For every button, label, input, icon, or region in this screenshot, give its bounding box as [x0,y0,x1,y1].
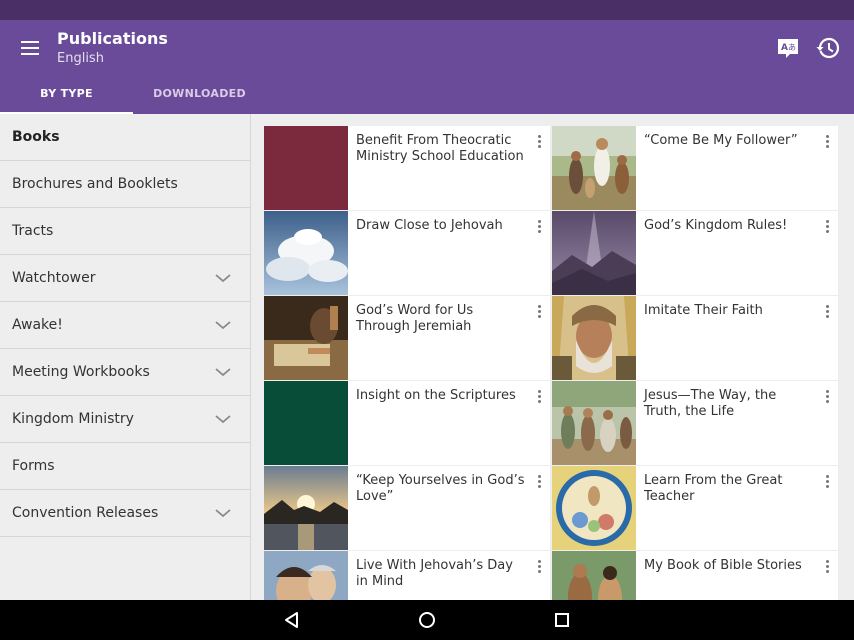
publication-card[interactable]: God’s Kingdom Rules! [552,211,838,295]
publication-card[interactable]: Live With Jehovah’s Day in Mind [264,551,550,600]
publication-thumbnail [264,466,348,550]
publication-card[interactable]: God’s Word for Us Through Jeremiah [264,296,550,380]
status-bar [0,0,854,20]
publication-title: Benefit From Theocratic Ministry School … [356,133,524,164]
hamburger-menu-icon[interactable] [18,36,42,60]
tab-downloaded[interactable]: DOWNLOADED [133,86,266,114]
more-vert-icon[interactable] [823,474,833,490]
more-vert-icon[interactable] [823,219,833,235]
publication-card[interactable]: Imitate Their Faith [552,296,838,380]
more-vert-icon[interactable] [535,559,545,575]
recents-square-icon[interactable] [552,610,572,630]
chevron-down-icon [215,415,231,424]
more-vert-icon[interactable] [535,134,545,150]
publication-title: God’s Word for Us Through Jeremiah [356,303,474,334]
more-vert-icon[interactable] [535,474,545,490]
publication-title: “Keep Yourselves in God’s Love” [356,473,525,504]
publication-title: Learn From the Great Teacher [644,473,783,504]
publication-card[interactable]: Jesus—The Way, the Truth, the Life [552,381,838,465]
chevron-down-icon [215,321,231,330]
more-vert-icon[interactable] [535,219,545,235]
back-triangle-icon[interactable] [282,610,302,630]
publication-thumbnail [264,381,348,465]
chevron-down-icon [215,274,231,283]
publication-card[interactable]: Draw Close to Jehovah [264,211,550,295]
sidebar-item-tracts[interactable]: Tracts [0,208,250,255]
more-vert-icon[interactable] [823,304,833,320]
publication-title: Live With Jehovah’s Day in Mind [356,558,513,589]
publication-thumbnail [552,381,636,465]
sidebar-item-convention-releases[interactable]: Convention Releases [0,490,250,537]
publication-title: God’s Kingdom Rules! [644,218,788,233]
publication-card[interactable]: My Book of Bible Stories [552,551,838,600]
history-icon[interactable] [815,35,841,61]
sidebar-item-kingdom-ministry[interactable]: Kingdom Ministry [0,396,250,443]
svg-text:A: A [781,43,788,53]
publication-thumbnail [552,466,636,550]
publication-title: “Come Be My Follower” [644,133,798,148]
more-vert-icon[interactable] [535,389,545,405]
page-title: Publications [57,29,168,48]
more-vert-icon[interactable] [823,389,833,405]
publication-thumbnail [264,126,348,210]
system-navigation-bar [0,600,854,640]
svg-text:あ: あ [788,43,796,52]
sidebar-item-meeting-workbooks[interactable]: Meeting Workbooks [0,349,250,396]
publications-grid-area: Benefit From Theocratic Ministry School … [251,114,854,600]
tab-by-type[interactable]: BY TYPE [0,86,133,114]
publication-thumbnail [552,211,636,295]
publication-title: Imitate Their Faith [644,303,763,318]
publication-thumbnail [552,126,636,210]
publication-card[interactable]: “Keep Yourselves in God’s Love” [264,466,550,550]
sidebar-item-forms[interactable]: Forms [0,443,250,490]
home-circle-icon[interactable] [417,610,437,630]
publication-title: Draw Close to Jehovah [356,218,503,233]
sidebar-item-awake[interactable]: Awake! [0,302,250,349]
language-subtitle: English [57,51,104,66]
translate-icon[interactable]: A あ [776,36,800,60]
publication-thumbnail [552,551,636,600]
sidebar-item-books[interactable]: Books [0,114,250,161]
publication-card[interactable]: Benefit From Theocratic Ministry School … [264,126,550,210]
app-bar: Publications English A あ BY TYPE DOWNLOA… [0,20,854,114]
publication-card[interactable]: Insight on the Scriptures [264,381,550,465]
publication-thumbnail [264,296,348,380]
publication-thumbnail [552,296,636,380]
more-vert-icon[interactable] [823,559,833,575]
publication-card[interactable]: “Come Be My Follower” [552,126,838,210]
publication-title: My Book of Bible Stories [644,558,802,573]
sidebar-item-brochures[interactable]: Brochures and Booklets [0,161,250,208]
more-vert-icon[interactable] [535,304,545,320]
category-sidebar: Books Brochures and Booklets Tracts Watc… [0,114,251,600]
chevron-down-icon [215,368,231,377]
publication-card[interactable]: Learn From the Great Teacher [552,466,838,550]
sidebar-item-watchtower[interactable]: Watchtower [0,255,250,302]
publication-title: Jesus—The Way, the Truth, the Life [644,388,777,419]
more-vert-icon[interactable] [823,134,833,150]
publication-thumbnail [264,211,348,295]
publication-thumbnail [264,551,348,600]
publication-title: Insight on the Scriptures [356,388,516,403]
chevron-down-icon [215,509,231,518]
